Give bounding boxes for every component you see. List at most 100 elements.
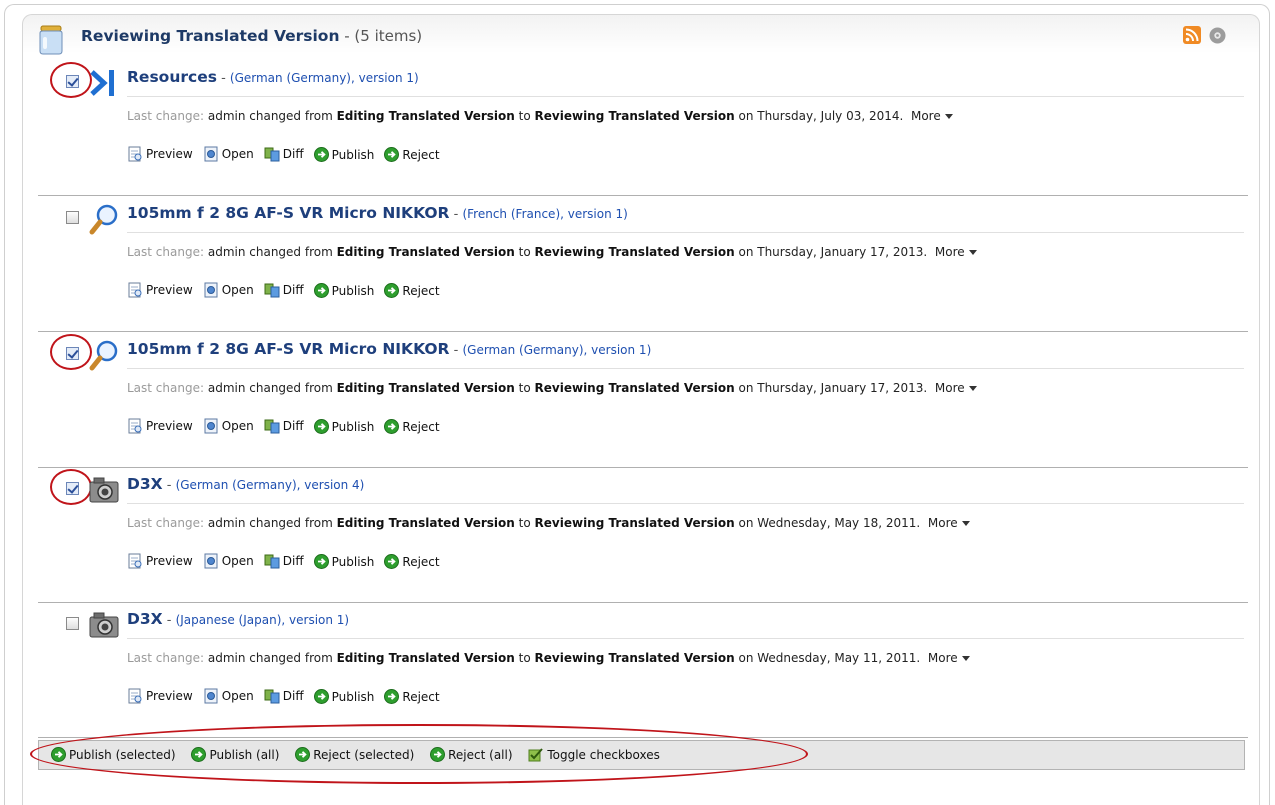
item-language-version: (German (Germany), version 1) [229, 71, 419, 85]
go-arrow-icon [313, 419, 329, 434]
diff-button[interactable]: Diff [264, 553, 304, 569]
gear-icon[interactable] [1209, 27, 1226, 44]
open-button[interactable]: Open [203, 146, 254, 162]
rss-feed-icon[interactable] [1183, 26, 1201, 44]
diff-button[interactable]: Diff [264, 418, 304, 434]
item-title-row: 105mm f 2 8G AF-S VR Micro NIKKOR - (Fre… [127, 204, 628, 222]
reject-button[interactable]: Reject [384, 147, 440, 162]
chevron-down-icon [961, 521, 970, 526]
open-document-icon [204, 146, 218, 162]
diff-button[interactable]: Diff [264, 146, 304, 162]
list-item: D3X - (Japanese (Japan), version 1) Last … [22, 604, 1258, 738]
preview-button[interactable]: Preview [127, 418, 193, 434]
panel-title: Reviewing Translated Version - (5 items) [81, 27, 423, 45]
preview-button[interactable]: Preview [127, 688, 193, 704]
magnifier-icon [89, 340, 118, 371]
reject-button[interactable]: Reject [384, 689, 440, 704]
more-dropdown[interactable]: More [911, 109, 953, 123]
divider [127, 232, 1244, 233]
item-title[interactable]: D3X [127, 610, 163, 628]
collection-jar-icon [39, 25, 63, 55]
open-document-icon [204, 282, 218, 298]
item-title[interactable]: 105mm f 2 8G AF-S VR Micro NIKKOR [127, 204, 450, 222]
go-arrow-icon [384, 147, 400, 162]
item-title-row: D3X - (Japanese (Japan), version 1) [127, 610, 350, 628]
divider [127, 503, 1244, 504]
item-divider [38, 331, 1248, 332]
publish-button[interactable]: Publish [313, 147, 374, 162]
camera-icon [89, 477, 119, 503]
divider [127, 96, 1244, 97]
item-divider [38, 467, 1248, 468]
diff-icon [264, 147, 280, 162]
preview-page-icon [128, 282, 142, 298]
item-title[interactable]: 105mm f 2 8G AF-S VR Micro NIKKOR [127, 340, 450, 358]
chevron-down-icon [944, 114, 953, 119]
open-button[interactable]: Open [203, 688, 254, 704]
diff-button[interactable]: Diff [264, 688, 304, 704]
item-divider [38, 602, 1248, 603]
publish-button[interactable]: Publish [313, 689, 374, 704]
divider [127, 638, 1244, 639]
item-language-version: (Japanese (Japan), version 1) [175, 613, 350, 627]
go-arrow-icon [313, 554, 329, 569]
preview-page-icon [128, 553, 142, 569]
go-arrow-icon [384, 554, 400, 569]
diff-icon [264, 283, 280, 298]
item-actions: Preview Open Diff Publish Reject [127, 688, 450, 707]
annotation-ring [30, 724, 808, 784]
item-title[interactable]: Resources [127, 68, 217, 86]
open-button[interactable]: Open [203, 553, 254, 569]
go-arrow-icon [384, 419, 400, 434]
chevron-down-icon [968, 386, 977, 391]
more-dropdown[interactable]: More [935, 245, 977, 259]
chevron-down-icon [961, 656, 970, 661]
diff-icon [264, 419, 280, 434]
more-dropdown[interactable]: More [928, 651, 970, 665]
diff-button[interactable]: Diff [264, 282, 304, 298]
item-title[interactable]: D3X [127, 475, 163, 493]
open-button[interactable]: Open [203, 418, 254, 434]
go-arrow-icon [313, 283, 329, 298]
divider [127, 368, 1244, 369]
camera-icon [89, 612, 119, 638]
item-title-row: D3X - (German (Germany), version 4) [127, 475, 365, 493]
item-actions: Preview Open Diff Publish Reject [127, 146, 450, 165]
preview-button[interactable]: Preview [127, 282, 193, 298]
item-count: - (5 items) [339, 27, 423, 45]
item-divider [38, 195, 1248, 196]
publish-button[interactable]: Publish [313, 283, 374, 298]
publish-button[interactable]: Publish [313, 419, 374, 434]
chevron-down-icon [968, 250, 977, 255]
publish-button[interactable]: Publish [313, 554, 374, 569]
item-title-row: Resources - (German (Germany), version 1… [127, 68, 419, 86]
preview-button[interactable]: Preview [127, 553, 193, 569]
open-button[interactable]: Open [203, 282, 254, 298]
reject-button[interactable]: Reject [384, 419, 440, 434]
item-actions: Preview Open Diff Publish Reject [127, 418, 450, 437]
list-item: 105mm f 2 8G AF-S VR Micro NIKKOR - (Ger… [22, 334, 1258, 468]
last-change-text: Last change: admin changed from Editing … [127, 651, 970, 665]
go-arrow-icon [313, 147, 329, 162]
open-document-icon [204, 553, 218, 569]
reject-button[interactable]: Reject [384, 283, 440, 298]
open-document-icon [204, 418, 218, 434]
last-change-text: Last change: admin changed from Editing … [127, 516, 970, 530]
diff-icon [264, 554, 280, 569]
more-dropdown[interactable]: More [928, 516, 970, 530]
select-checkbox[interactable] [66, 617, 79, 630]
go-arrow-icon [384, 283, 400, 298]
preview-page-icon [128, 146, 142, 162]
last-change-text: Last change: admin changed from Editing … [127, 245, 977, 259]
go-arrow-icon [313, 689, 329, 704]
preview-button[interactable]: Preview [127, 146, 193, 162]
open-document-icon [204, 688, 218, 704]
magnifier-icon [89, 204, 118, 235]
go-arrow-icon [384, 689, 400, 704]
list-item: D3X - (German (Germany), version 4) Last … [22, 469, 1258, 603]
reject-button[interactable]: Reject [384, 554, 440, 569]
last-change-text: Last change: admin changed from Editing … [127, 109, 953, 123]
list-item: Resources - (German (Germany), version 1… [22, 62, 1258, 196]
select-checkbox[interactable] [66, 211, 79, 224]
more-dropdown[interactable]: More [935, 381, 977, 395]
